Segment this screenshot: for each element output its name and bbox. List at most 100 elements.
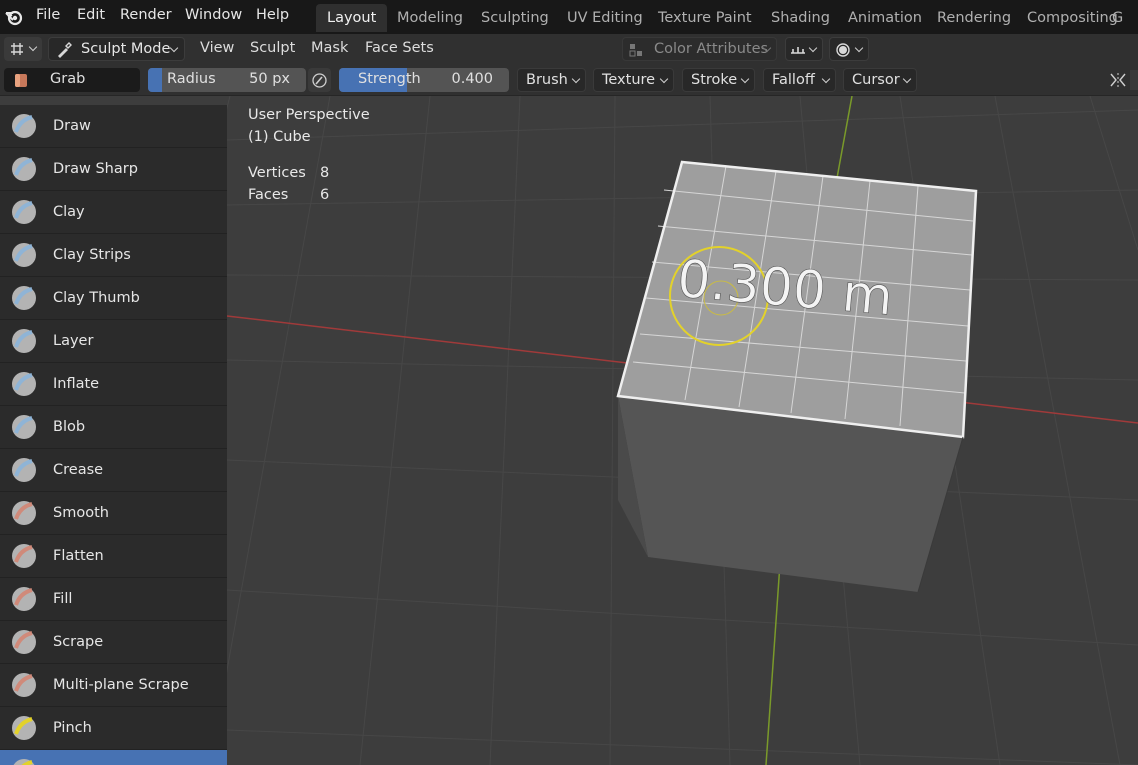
menu-face-sets[interactable]: Face Sets [365, 34, 434, 64]
chevron-down-icon [740, 74, 750, 84]
tab-sculpting[interactable]: Sculpting [470, 4, 560, 32]
brush-dropdown[interactable]: Brush [517, 68, 586, 92]
tool-crease[interactable]: Crease [0, 449, 227, 492]
chevron-down-icon [659, 74, 669, 84]
grid-move-icon [11, 43, 23, 55]
pinch-brush-icon [12, 716, 36, 740]
brush-selector[interactable]: Grab [4, 68, 140, 92]
chevron-down-icon [854, 43, 864, 53]
tab-overflow[interactable]: G [1108, 4, 1138, 32]
tool-clay[interactable]: Clay [0, 191, 227, 234]
menu-view[interactable]: View [200, 34, 234, 64]
menu-edit[interactable]: Edit [77, 0, 105, 32]
color-attribute-icon [629, 44, 642, 57]
texture-dropdown[interactable]: Texture [593, 68, 674, 92]
tool-label: Layer [53, 333, 94, 349]
tool-flatten[interactable]: Flatten [0, 535, 227, 578]
cube-object[interactable] [616, 160, 978, 593]
tab-texture-paint[interactable]: Texture Paint [647, 4, 763, 32]
brush-dropdown-label: Brush [526, 72, 568, 88]
sculpt-toolbar: Draw Draw Sharp Clay Clay Strips Clay Thumb L… [0, 105, 227, 765]
transform-pivot-button[interactable] [4, 37, 42, 61]
tool-draw[interactable]: Draw [0, 105, 227, 148]
stat-faces-label: Faces [248, 187, 289, 203]
tool-scrape[interactable]: Scrape [0, 621, 227, 664]
color-attributes-label: Color Attributes [654, 41, 769, 57]
tool-fill[interactable]: Fill [0, 578, 227, 621]
tool-label: Inflate [53, 376, 100, 392]
grab-brush-icon [13, 759, 35, 765]
tool-label: Draw [53, 118, 91, 134]
tab-shading[interactable]: Shading [760, 4, 841, 32]
chevron-down-icon [808, 43, 818, 53]
strength-label: Strength [358, 71, 421, 87]
tool-label: Crease [53, 462, 104, 478]
perspective-label: User Perspective [248, 107, 370, 123]
clay-strips-brush-icon [12, 243, 36, 267]
tool-blob[interactable]: Blob [0, 406, 227, 449]
chevron-down-icon [571, 74, 581, 84]
strength-slider[interactable]: Strength 0.400 [339, 68, 509, 92]
blender-logo-icon[interactable] [4, 7, 24, 27]
solid-shading-icon [836, 43, 850, 57]
chevron-down-icon [902, 74, 912, 84]
inflate-brush-icon [12, 372, 36, 396]
gizmo-toggle-button[interactable] [785, 37, 823, 61]
tool-inflate[interactable]: Inflate [0, 363, 227, 406]
grab-brush-icon [15, 74, 27, 87]
radius-slider[interactable]: Radius 50 px [148, 68, 306, 92]
sculpt-brush-icon [58, 42, 72, 58]
radius-value: 50 px [249, 71, 290, 87]
tool-label: Clay [53, 204, 85, 220]
overflow-button[interactable] [1130, 70, 1138, 90]
tool-smooth[interactable]: Smooth [0, 492, 227, 535]
pen-pressure-icon [312, 73, 327, 88]
clay-brush-icon [12, 200, 36, 224]
scrape-brush-icon [12, 630, 36, 654]
symmetry-icon[interactable] [1108, 71, 1128, 89]
tab-animation[interactable]: Animation [837, 4, 933, 32]
viewport-shading-button[interactable] [829, 37, 869, 61]
y-axis-line [836, 96, 853, 179]
tool-clay-thumb[interactable]: Clay Thumb [0, 277, 227, 320]
menu-file[interactable]: File [36, 0, 60, 32]
color-attributes-dropdown[interactable]: Color Attributes [622, 37, 777, 61]
tool-label: Flatten [53, 548, 104, 564]
tool-label: Fill [53, 591, 73, 607]
clay-thumb-brush-icon [12, 286, 36, 310]
tool-pinch[interactable]: Pinch [0, 707, 227, 750]
flatten-brush-icon [12, 544, 36, 568]
tab-layout[interactable]: Layout [316, 4, 388, 32]
mode-label: Sculpt Mode [81, 41, 171, 57]
multiplane-scrape-brush-icon [12, 673, 36, 697]
tool-draw-sharp[interactable]: Draw Sharp [0, 148, 227, 191]
cursor-dropdown[interactable]: Cursor [843, 68, 917, 92]
smooth-brush-icon [12, 501, 36, 525]
tool-grab[interactable] [0, 750, 227, 765]
stat-vertices-label: Vertices [248, 165, 306, 181]
tool-label: Multi-plane Scrape [53, 677, 189, 693]
mode-selector[interactable]: Sculpt Mode [48, 37, 185, 61]
radius-pressure-toggle[interactable] [308, 68, 331, 92]
tab-modeling[interactable]: Modeling [386, 4, 474, 32]
stroke-dropdown[interactable]: Stroke [682, 68, 755, 92]
brush-name: Grab [50, 71, 86, 87]
tab-uv-editing[interactable]: UV Editing [556, 4, 654, 32]
stat-vertices-value: 8 [320, 165, 330, 181]
tool-clay-strips[interactable]: Clay Strips [0, 234, 227, 277]
tool-multi-plane-scrape[interactable]: Multi-plane Scrape [0, 664, 227, 707]
menu-mask[interactable]: Mask [311, 34, 348, 64]
menu-sculpt[interactable]: Sculpt [250, 34, 295, 64]
tool-label: Clay Strips [53, 247, 131, 263]
chevron-down-icon [28, 42, 38, 52]
tool-layer[interactable]: Layer [0, 320, 227, 363]
tab-rendering[interactable]: Rendering [926, 4, 1022, 32]
menu-render[interactable]: Render [120, 0, 172, 32]
falloff-dropdown[interactable]: Falloff [763, 68, 836, 92]
tool-label: Scrape [53, 634, 104, 650]
chevron-down-icon [169, 43, 179, 53]
top-menubar: File Edit Render Window Help Layout Mode… [0, 0, 1138, 34]
menu-help[interactable]: Help [256, 0, 289, 32]
fill-brush-icon [12, 587, 36, 611]
menu-window[interactable]: Window [185, 0, 242, 32]
